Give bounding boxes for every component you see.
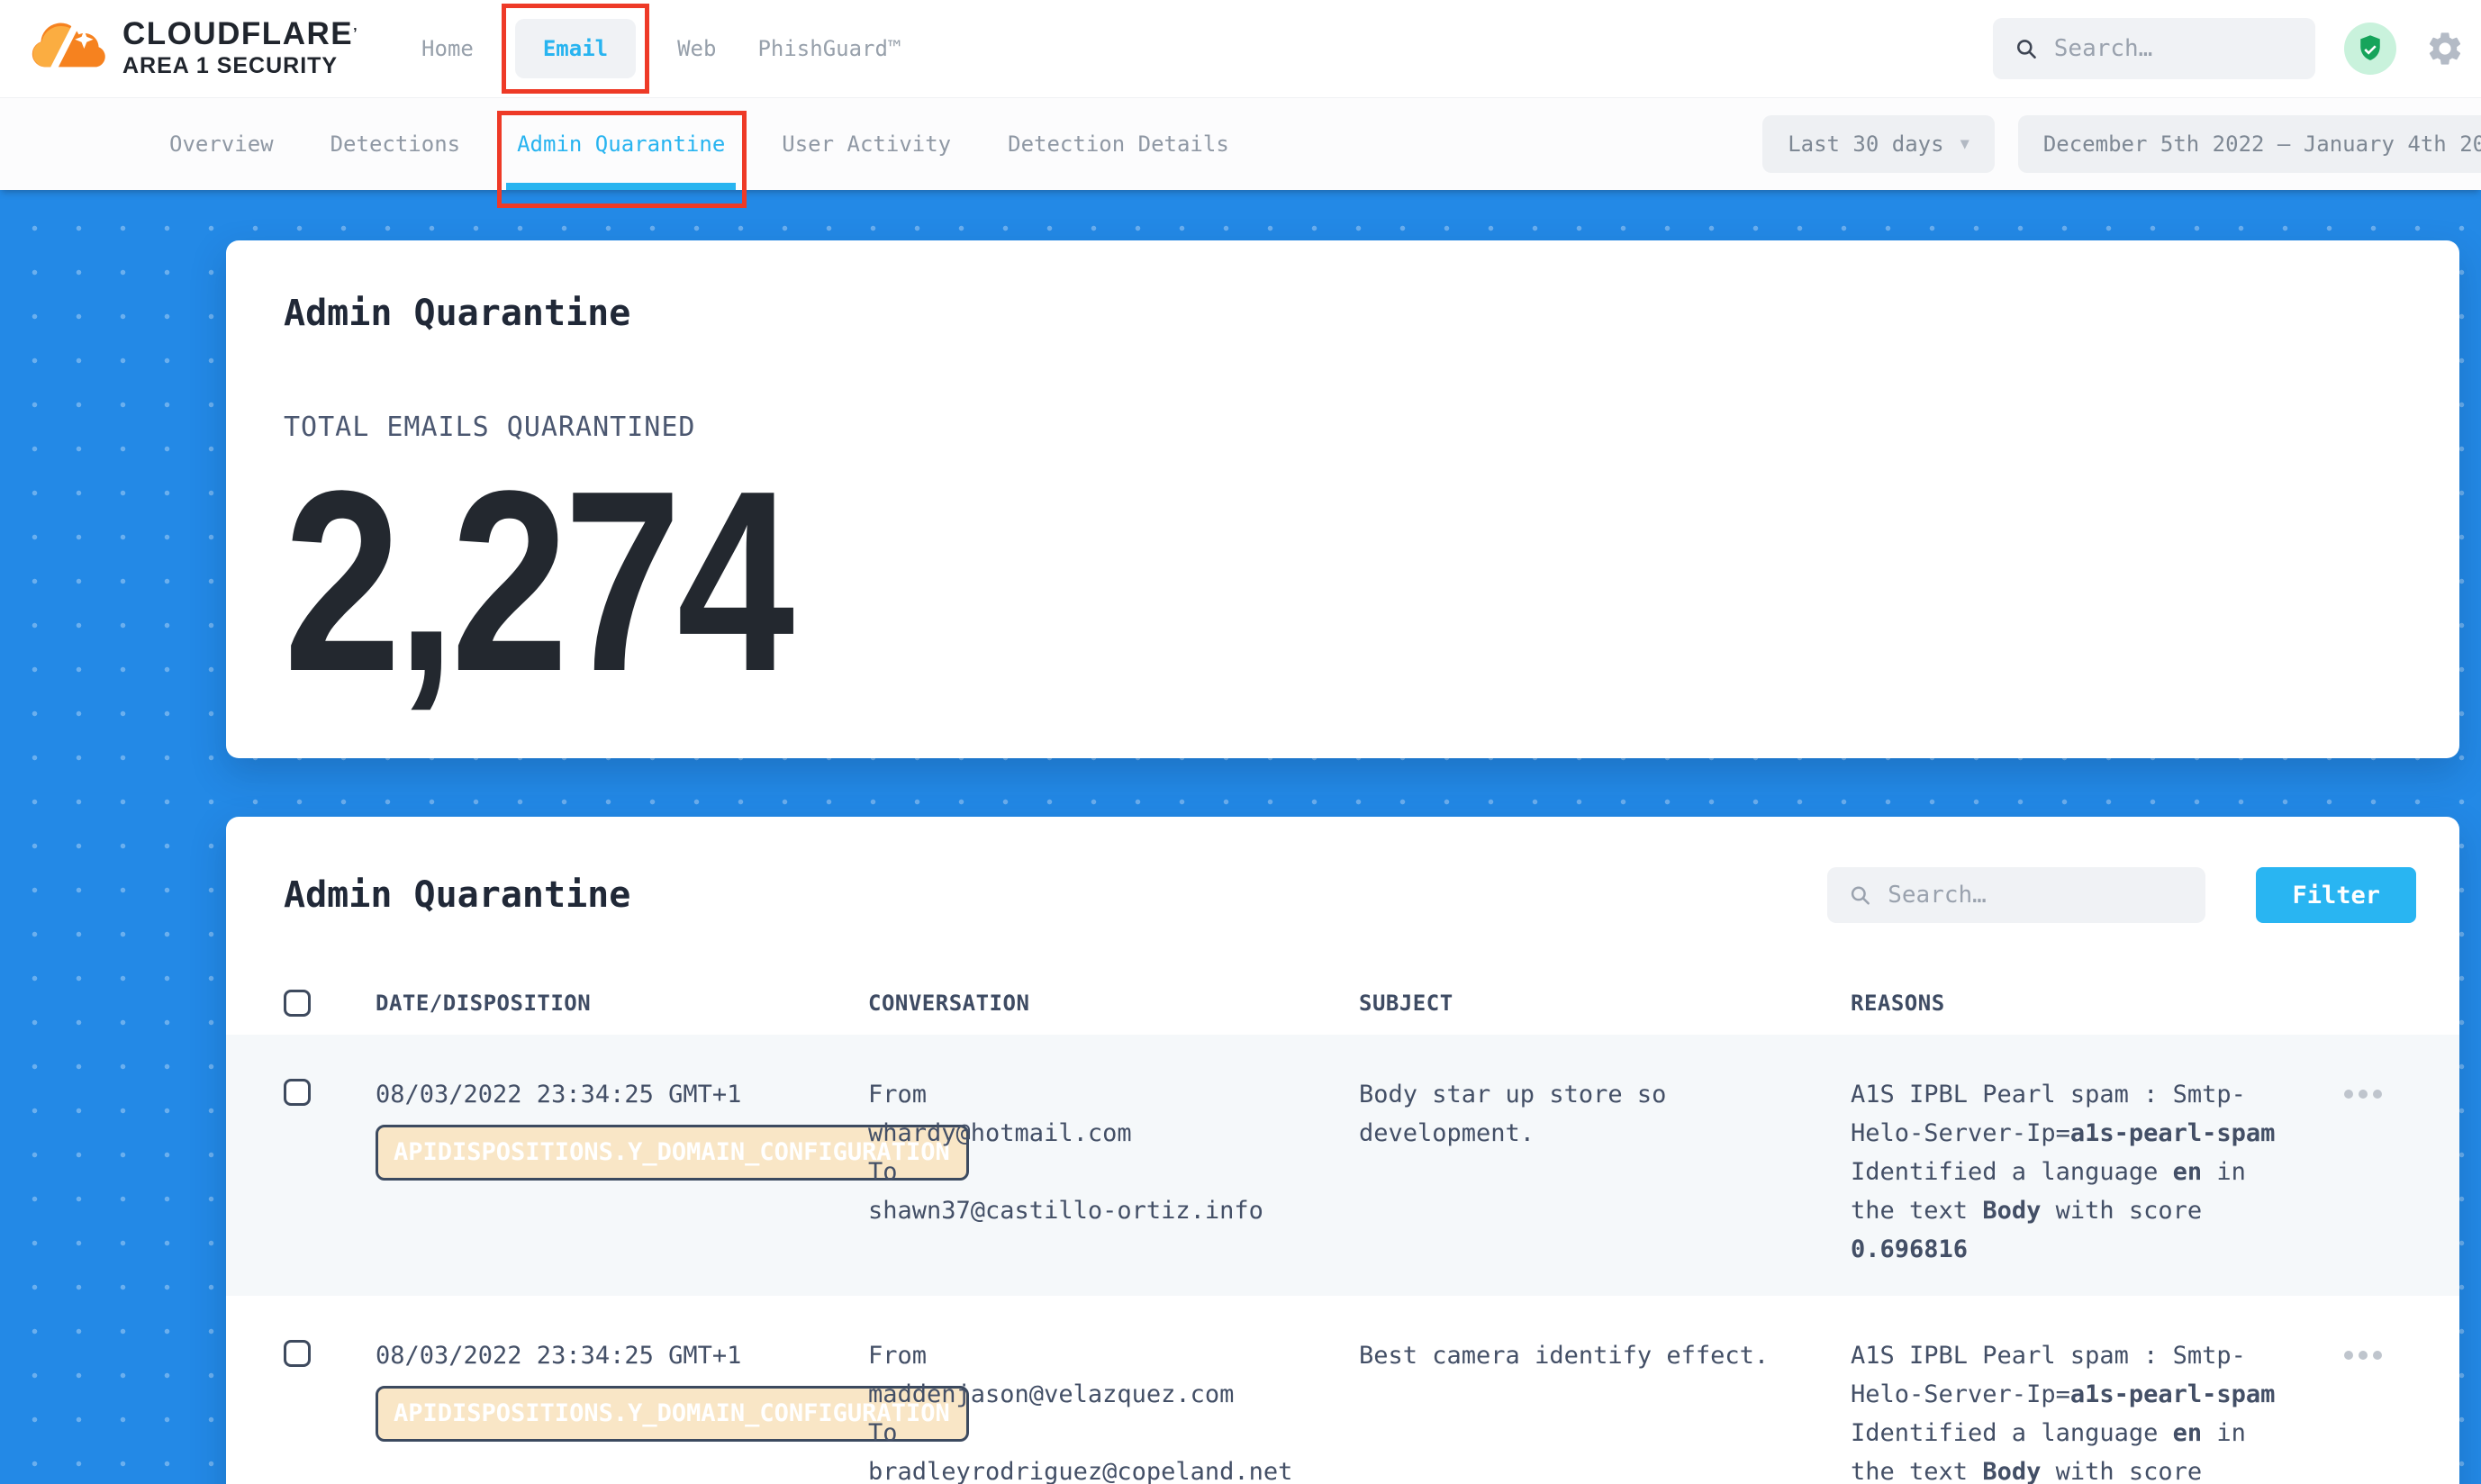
row-date: 08/03/2022 23:34:25 GMT+1: [376, 1336, 868, 1375]
global-search[interactable]: [1993, 18, 2315, 79]
column-header-subject: SUBJECT: [1359, 991, 1851, 1016]
top-navbar: CLOUDFLARE’ AREA 1 SECURITY Home Email W…: [0, 0, 2481, 98]
date-disposition-cell: 08/03/2022 23:34:25 GMT+1 APIDISPOSITION…: [376, 1336, 868, 1442]
page-content: Admin Quarantine TOTAL EMAILS QUARANTINE…: [0, 190, 2481, 1484]
tab-admin-quarantine[interactable]: Admin Quarantine: [517, 98, 725, 190]
date-range-picker[interactable]: December 5th 2022 — January 4th 2023: [2018, 115, 2481, 173]
row-actions-menu[interactable]: [2344, 1351, 2382, 1360]
quarantine-table-card: Admin Quarantine Filter DATE/DISPOSITION…: [226, 817, 2459, 1484]
email-subnav: Overview Detections Admin Quarantine Use…: [0, 98, 2481, 190]
gear-icon: [2425, 29, 2465, 68]
stat-card-title: Admin Quarantine: [284, 293, 2402, 334]
nav-email[interactable]: Email: [515, 19, 636, 78]
from-label: From: [868, 1336, 1359, 1375]
brand-text: CLOUDFLARE’ AREA 1 SECURITY: [122, 18, 358, 79]
protection-status-badge[interactable]: [2344, 23, 2396, 75]
cloudflare-brand[interactable]: CLOUDFLARE’ AREA 1 SECURITY: [20, 16, 358, 81]
nav-home[interactable]: Home: [421, 36, 474, 61]
table-row: 08/03/2022 23:34:25 GMT+1 APIDISPOSITION…: [226, 1296, 2459, 1484]
conversation-cell: From whardy@hotmail.com To shawn37@casti…: [868, 1075, 1359, 1230]
row-checkbox[interactable]: [284, 1340, 311, 1367]
table-search[interactable]: [1827, 867, 2205, 923]
from-address: whardy@hotmail.com: [868, 1114, 1359, 1153]
row-date: 08/03/2022 23:34:25 GMT+1: [376, 1075, 868, 1114]
select-all-checkbox[interactable]: [284, 990, 311, 1017]
column-header-conversation: CONVERSATION: [868, 991, 1359, 1016]
from-label: From: [868, 1075, 1359, 1114]
shield-check-icon: [2355, 33, 2386, 64]
nav-phishguard[interactable]: PhishGuard™: [757, 36, 901, 61]
tab-detection-details[interactable]: Detection Details: [1008, 98, 1229, 190]
brand-name: CLOUDFLARE’: [122, 18, 358, 50]
brand-subtitle: AREA 1 SECURITY: [122, 53, 358, 79]
conversation-cell: From maddenjason@velazquez.com To bradle…: [868, 1336, 1359, 1484]
column-header-reasons: REASONS: [1851, 991, 2285, 1016]
table-header-row: DATE/DISPOSITION CONVERSATION SUBJECT RE…: [226, 972, 2459, 1035]
cloudflare-cloud-icon: [20, 16, 112, 81]
from-address: maddenjason@velazquez.com: [868, 1375, 1359, 1414]
date-disposition-cell: 08/03/2022 23:34:25 GMT+1 APIDISPOSITION…: [376, 1075, 868, 1181]
settings-button[interactable]: [2425, 29, 2465, 68]
search-icon: [1849, 882, 1871, 908]
main-nav: Home Email Web PhishGuard™: [421, 19, 901, 78]
metric-value: 2,274: [284, 452, 790, 710]
tab-user-activity[interactable]: User Activity: [782, 98, 951, 190]
table-card-title: Admin Quarantine: [284, 874, 630, 916]
quarantine-stat-card: Admin Quarantine TOTAL EMAILS QUARANTINE…: [226, 240, 2459, 758]
to-label: To: [868, 1414, 1359, 1452]
trademark-symbol: ’: [353, 26, 358, 41]
to-address: shawn37@castillo-ortiz.info: [868, 1191, 1359, 1230]
tab-detections[interactable]: Detections: [330, 98, 461, 190]
column-header-date-disposition: DATE/DISPOSITION: [376, 991, 868, 1016]
table-row: 08/03/2022 23:34:25 GMT+1 APIDISPOSITION…: [226, 1035, 2459, 1296]
global-search-input[interactable]: [2054, 35, 2294, 62]
row-checkbox[interactable]: [284, 1079, 311, 1106]
subject-cell: Best camera identify effect.: [1359, 1336, 1827, 1375]
period-dropdown[interactable]: Last 30 days ▼: [1762, 115, 1995, 173]
table-card-header: Admin Quarantine Filter: [226, 867, 2459, 923]
filter-button[interactable]: Filter: [2256, 867, 2416, 923]
tab-overview[interactable]: Overview: [169, 98, 274, 190]
reasons-cell: A1S IPBL Pearl spam : Smtp-Helo-Server-I…: [1851, 1075, 2285, 1269]
topbar-right: [1993, 18, 2465, 79]
date-controls: Last 30 days ▼ December 5th 2022 — Janua…: [1762, 115, 2481, 173]
chevron-down-icon: ▼: [1960, 135, 1969, 153]
search-icon: [2015, 35, 2038, 62]
row-actions-menu[interactable]: [2344, 1090, 2382, 1099]
to-label: To: [868, 1153, 1359, 1191]
nav-web[interactable]: Web: [677, 36, 716, 61]
reasons-cell: A1S IPBL Pearl spam : Smtp-Helo-Server-I…: [1851, 1336, 2285, 1484]
to-address: bradleyrodriguez@copeland.net: [868, 1452, 1359, 1484]
table-search-input[interactable]: [1888, 882, 2184, 909]
subject-cell: Body star up store so development.: [1359, 1075, 1827, 1153]
